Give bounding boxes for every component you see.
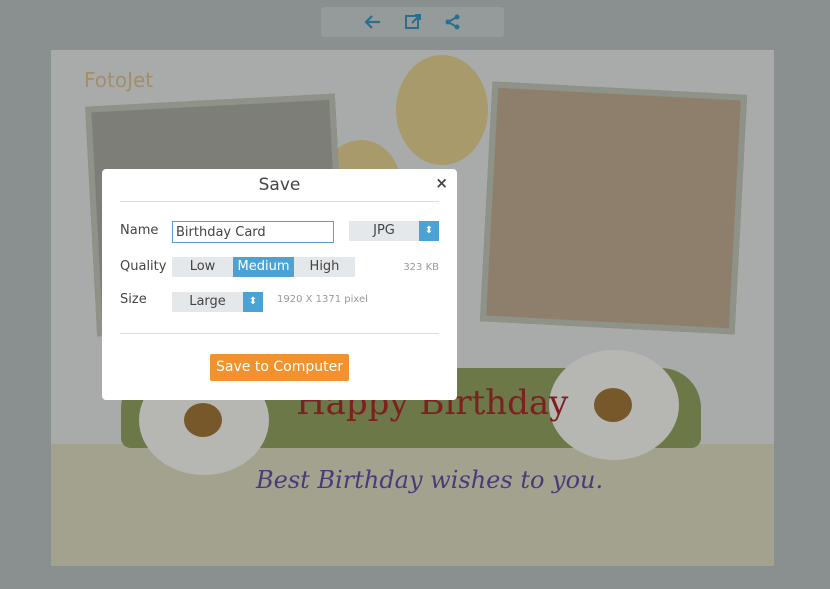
daisy-right <box>549 350 679 460</box>
chevron-updown-icon: ⬍ <box>419 221 439 241</box>
share-icon[interactable] <box>444 13 462 31</box>
save-dialog: Save × Name JPG ⬍ Quality Low Medium High… <box>102 169 457 400</box>
close-icon[interactable]: × <box>435 174 448 192</box>
toolbar <box>321 7 504 37</box>
photo-kids <box>479 81 748 335</box>
arrow-left-icon[interactable] <box>363 13 382 31</box>
format-select[interactable]: JPG ⬍ <box>349 221 439 241</box>
size-label: Size <box>120 292 147 307</box>
chevron-updown-icon: ⬍ <box>243 292 263 312</box>
name-label: Name <box>120 223 159 238</box>
dimensions: 1920 X 1371 pixel <box>277 294 368 305</box>
divider <box>120 333 439 334</box>
dialog-title: Save <box>258 175 301 195</box>
quality-segmented: Low Medium High <box>172 257 355 277</box>
file-size: 323 KB <box>403 262 439 273</box>
wish-text: Best Birthday wishes to you. <box>256 466 604 494</box>
quality-label: Quality <box>120 259 167 274</box>
size-select[interactable]: Large ⬍ <box>172 292 263 312</box>
save-to-computer-button[interactable]: Save to Computer <box>210 354 349 381</box>
format-value: JPG <box>373 223 395 238</box>
quality-medium[interactable]: Medium <box>233 257 294 277</box>
quality-low[interactable]: Low <box>172 257 233 277</box>
quality-high[interactable]: High <box>294 257 355 277</box>
fotojet-logo: FotoJet <box>84 68 154 92</box>
divider <box>120 201 439 202</box>
balloon <box>396 55 488 165</box>
name-input[interactable] <box>172 221 334 243</box>
plaid-band <box>51 444 774 566</box>
open-external-icon[interactable] <box>404 13 422 31</box>
size-value: Large <box>189 294 226 309</box>
